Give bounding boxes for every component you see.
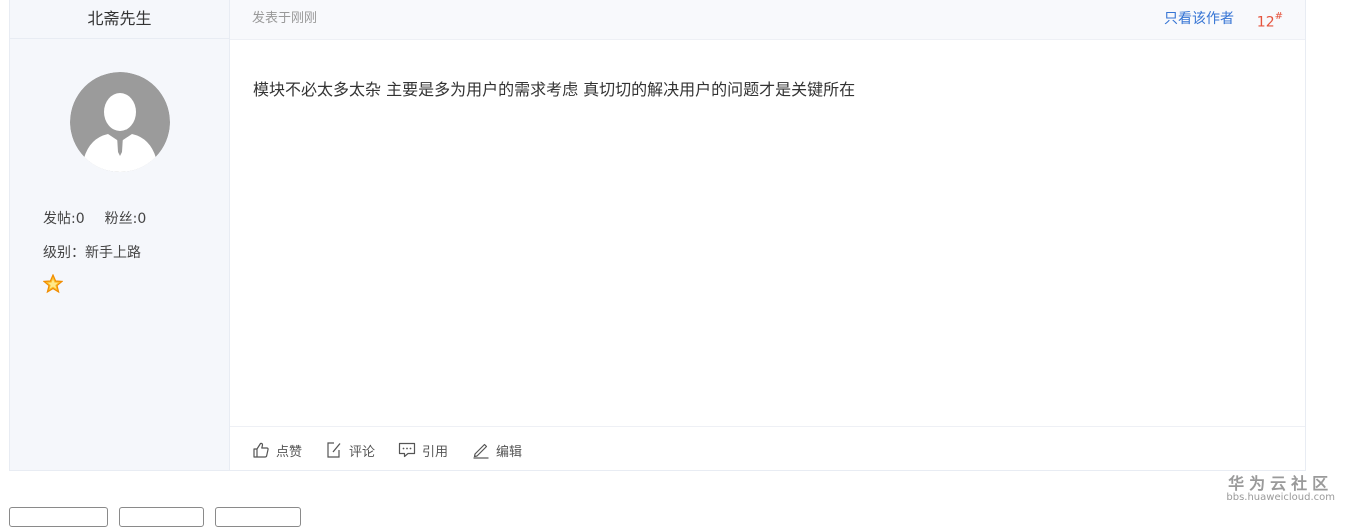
post-header: 发表于刚刚 只看该作者 12#: [230, 0, 1305, 40]
fans-count: 粉丝:0: [104, 211, 147, 227]
only-author-link[interactable]: 只看该作者: [1164, 0, 1234, 38]
watermark: 华为云社区 bbs.huaweicloud.com: [1226, 470, 1335, 503]
pencil-icon: [473, 443, 489, 459]
bottom-button-1[interactable]: [9, 507, 108, 527]
like-label: 点赞: [276, 444, 303, 460]
like-button[interactable]: 点赞: [252, 440, 302, 460]
floor-number-value: 12: [1256, 14, 1275, 31]
author-name[interactable]: 北斋先生: [10, 0, 229, 39]
edit-label: 编辑: [496, 444, 523, 460]
author-level: 级别：新手上路: [43, 245, 141, 261]
bottom-button-3[interactable]: [215, 507, 301, 527]
bottom-button-2[interactable]: [119, 507, 204, 527]
watermark-subtitle: bbs.huaweicloud.com: [1226, 492, 1335, 503]
comment-button[interactable]: 评论: [325, 440, 375, 460]
post-count: 发帖:0: [43, 211, 85, 227]
author-stats: 发帖:0 粉丝:0: [43, 208, 166, 228]
edit-note-icon: [327, 442, 341, 458]
floor-suffix: #: [1274, 11, 1283, 22]
speech-bubble-icon: [398, 442, 416, 458]
default-avatar-icon: [70, 72, 170, 172]
floor-number: 12#: [1257, 0, 1283, 42]
watermark-title: 华为云社区: [1228, 474, 1334, 493]
quote-button[interactable]: 引用: [398, 440, 448, 460]
thumbs-up-icon: [253, 442, 269, 458]
edit-button[interactable]: 编辑: [472, 440, 522, 460]
avatar[interactable]: [70, 72, 170, 172]
post-actions: 点赞 评论 引用 编辑: [230, 426, 1305, 470]
post-content: 模块不必太多太杂 主要是多为用户的需求考虑 真切切的解决用户的问题才是关键所在: [253, 80, 856, 99]
quote-label: 引用: [422, 444, 449, 460]
comment-label: 评论: [349, 444, 376, 460]
post-time: 发表于刚刚: [252, 11, 318, 26]
star-icon: [43, 274, 63, 294]
forum-post: 北斋先生 发帖:0 粉丝:0 级别：新手上路 发表于刚刚 只看该作者 12# 点…: [9, 0, 1306, 471]
author-sidebar: 北斋先生 发帖:0 粉丝:0 级别：新手上路: [10, 0, 230, 470]
